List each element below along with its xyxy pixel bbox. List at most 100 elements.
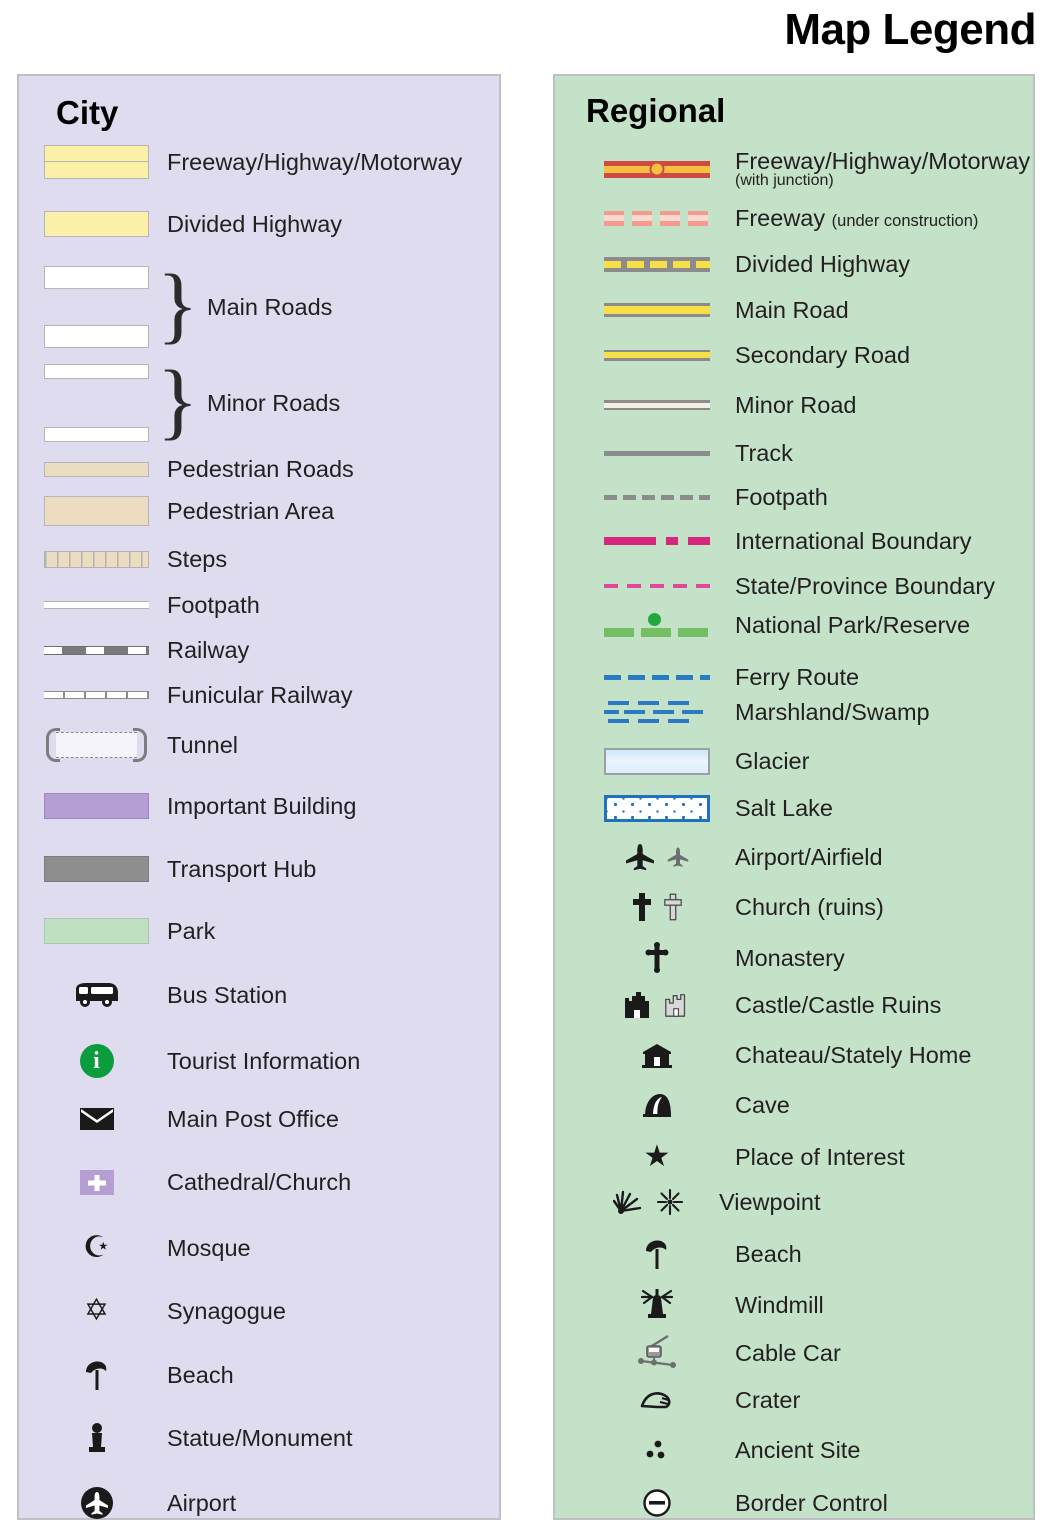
legend-row-city-cathedral: Cathedral/Church: [19, 1170, 499, 1195]
two-white-thick-bands-symbol: [44, 266, 149, 348]
legend-label: Airport/Airfield: [735, 843, 883, 870]
envelope-icon: [44, 1107, 149, 1131]
minor-roads-brace: }: [157, 352, 199, 448]
legend-row-city-pedestrian-area: Pedestrian Area: [19, 496, 499, 526]
legend-label: Cable Car: [735, 1339, 841, 1366]
legend-label-group: Freeway (under construction): [735, 206, 978, 231]
crater-icon: [604, 1389, 710, 1411]
legend-row-city-tourist-information: i Tourist Information: [19, 1044, 499, 1078]
minus-circle-icon: [604, 1488, 710, 1518]
legend-label: Cathedral/Church: [167, 1169, 352, 1196]
legend-row-city-post-office: Main Post Office: [19, 1107, 499, 1132]
cable-car-icon: [604, 1335, 710, 1371]
legend-row-city-synagogue: ✡ Synagogue: [19, 1296, 499, 1326]
three-dots-icon: [604, 1439, 710, 1461]
legend-row-regional-footpath: Footpath: [555, 485, 1033, 510]
legend-row-city-main-roads: } Main Roads: [19, 256, 499, 352]
viewpoint-radial-icon: [657, 1189, 683, 1215]
legend-label: Tunnel: [167, 731, 238, 758]
chateau-icon: [604, 1041, 710, 1069]
legend-label: National Park/Reserve: [735, 612, 971, 638]
star-and-crescent-icon: ☪: [83, 1231, 110, 1264]
legend-row-regional-freeway-construction: Freeway (under construction): [555, 206, 1033, 231]
legend-row-regional-castle: Castle/Castle Ruins: [555, 990, 1033, 1020]
cross-on-purple-square-icon: [44, 1170, 149, 1195]
blue-speckled-block-symbol: [604, 795, 710, 822]
legend-row-regional-ferry-route: Ferry Route: [555, 665, 1033, 690]
legend-row-regional-viewpoint: Viewpoint: [555, 1189, 1033, 1215]
tan-thin-band-symbol: [44, 461, 149, 477]
legend-label: Freeway: [735, 205, 826, 231]
hatched-tan-band-symbol: [44, 550, 149, 568]
purple-block-symbol: [44, 793, 149, 819]
legend-row-regional-windmill: Windmill: [555, 1288, 1033, 1322]
legend-label: Beach: [167, 1361, 234, 1388]
legend-label: Freeway/Highway/Motorway: [167, 148, 463, 175]
legend-row-regional-monastery: Monastery: [555, 942, 1033, 974]
legend-label: Synagogue: [167, 1297, 286, 1324]
legend-label: Divided Highway: [735, 251, 911, 277]
legend-label: Footpath: [167, 592, 260, 618]
legend-label: Crater: [735, 1387, 801, 1413]
legend-label: Important Building: [167, 792, 357, 819]
railway-line-symbol: [44, 645, 149, 655]
dashed-grey-line-symbol: [604, 494, 710, 500]
freeway-double-band-symbol: [44, 145, 149, 179]
regional-panel-heading: Regional: [586, 92, 726, 129]
legend-label: Railway: [167, 637, 250, 663]
main-roads-brace: }: [157, 256, 199, 352]
legend-label: Track: [735, 440, 793, 466]
legend-label: Funicular Railway: [167, 682, 353, 708]
dashed-pink-freeway-symbol: [604, 210, 710, 226]
legend-label: Glacier: [735, 748, 810, 775]
legend-label: Pedestrian Roads: [167, 456, 354, 482]
legend-label: Place of Interest: [735, 1143, 905, 1170]
legend-row-city-minor-roads: } Minor Roads: [19, 352, 499, 448]
legend-row-city-divided-highway: Divided Highway: [19, 211, 499, 237]
star-of-david-icon: ✡: [83, 1294, 110, 1327]
legend-row-regional-chateau: Chateau/Stately Home: [555, 1041, 1033, 1069]
legend-row-city-important-building: Important Building: [19, 793, 499, 819]
legend-row-regional-divided-highway: Divided Highway: [555, 252, 1033, 277]
viewpoint-directional-icon: [613, 1190, 642, 1214]
legend-label: Viewpoint: [719, 1188, 821, 1215]
legend-row-regional-state-boundary: State/Province Boundary: [555, 574, 1033, 599]
windmill-icon: [604, 1288, 710, 1322]
pale-blue-gradient-block-symbol: [604, 748, 710, 775]
pink-dashed-line-symbol: [604, 584, 710, 589]
legend-label: Chateau/Stately Home: [735, 1041, 972, 1068]
legend-label: Bus Station: [167, 981, 288, 1008]
yellow-band-grey-casing-symbol: [604, 303, 710, 318]
castle-icon: [625, 992, 649, 1018]
legend-label: Beach: [735, 1240, 802, 1267]
legend-row-regional-secondary-road: Secondary Road: [555, 343, 1033, 368]
tunnel-symbol: [44, 728, 149, 762]
legend-row-regional-marshland: Marshland/Swamp: [555, 698, 1033, 726]
legend-label: State/Province Boundary: [735, 573, 995, 599]
legend-label: Main Road: [735, 297, 849, 323]
legend-row-city-tunnel: Tunnel: [19, 728, 499, 762]
star-icon: ★: [643, 1140, 671, 1173]
legend-row-city-steps: Steps: [19, 547, 499, 572]
legend-row-regional-church: Church (ruins): [555, 892, 1033, 922]
legend-label: Freeway/Highway/Motorway: [735, 148, 1031, 174]
cream-band-grey-casing-symbol: [604, 400, 710, 411]
castle-ruins-icon: [665, 994, 686, 1017]
legend-row-regional-national-park: National Park/Reserve: [555, 613, 1033, 638]
legend-label: Minor Roads: [207, 389, 341, 416]
map-legend-page: Map Legend City Freeway/Highway/Motorway…: [0, 0, 1050, 1533]
legend-label: Main Post Office: [167, 1106, 339, 1132]
two-white-thin-bands-symbol: [44, 364, 149, 442]
orthodox-cross-icon: [604, 942, 710, 974]
bus-icon: [44, 981, 149, 1009]
grey-block-symbol: [44, 856, 149, 882]
legend-row-city-footpath: Footpath: [19, 593, 499, 618]
cave-icon: [604, 1091, 710, 1119]
green-block-symbol: [44, 918, 149, 944]
legend-label: Ferry Route: [735, 664, 860, 690]
legend-row-city-park: Park: [19, 918, 499, 944]
legend-label: Ancient Site: [735, 1437, 861, 1463]
red-freeway-with-junction-symbol: [604, 160, 710, 178]
thin-yellow-band-symbol: [604, 349, 710, 361]
page-title: Map Legend: [784, 5, 1036, 54]
